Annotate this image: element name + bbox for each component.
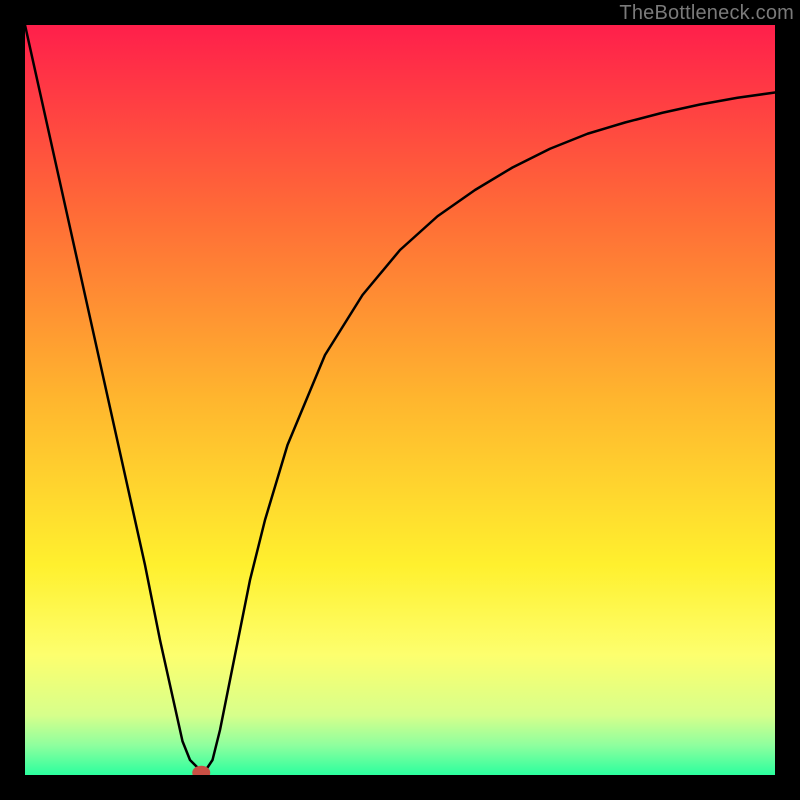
chart-svg [25,25,775,775]
gradient-background [25,25,775,775]
plot-area [25,25,775,775]
attribution-label: TheBottleneck.com [619,2,794,25]
chart-container: TheBottleneck.com [0,0,800,800]
